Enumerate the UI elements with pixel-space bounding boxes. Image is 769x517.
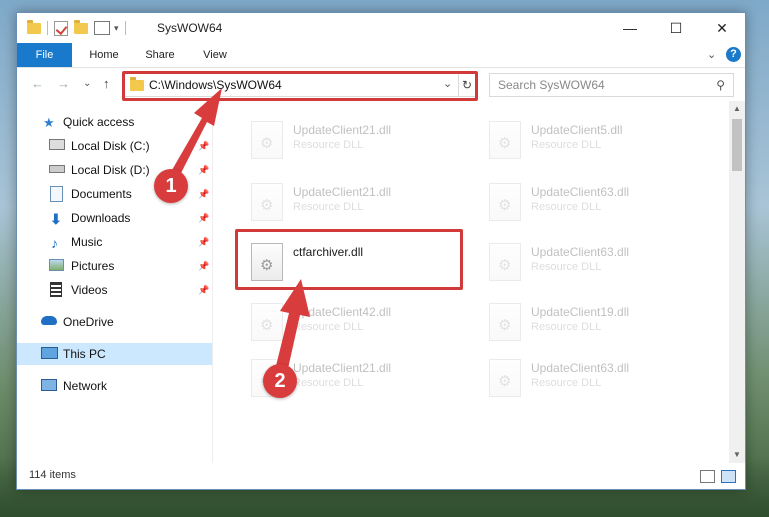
step-1-badge: 1 [154, 169, 188, 203]
arrow-to-address-bar [172, 88, 222, 175]
arrow-to-file [275, 279, 310, 373]
step-2-badge: 2 [263, 364, 297, 398]
annotation-arrows [172, 88, 310, 373]
